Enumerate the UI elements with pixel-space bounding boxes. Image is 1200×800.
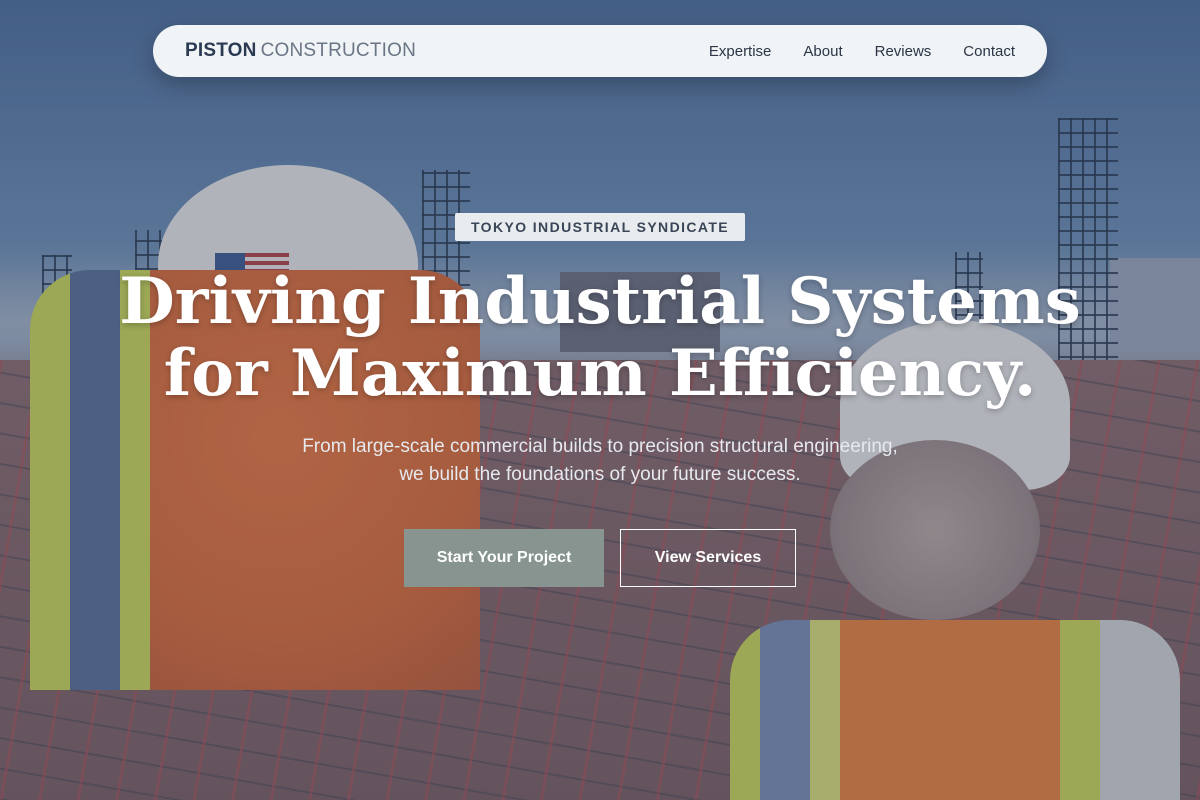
nav-links: Expertise About Reviews Contact [709, 43, 1015, 60]
start-project-button[interactable]: Start Your Project [404, 529, 604, 587]
hero-headline: Driving Industrial Systems for Maximum E… [60, 266, 1140, 410]
brand-name-light: CONSTRUCTION [260, 40, 417, 61]
hero-subtext: From large-scale commercial builds to pr… [302, 436, 898, 485]
nav-link-about[interactable]: About [803, 43, 842, 60]
brand-name-bold: PISTON [185, 40, 257, 61]
nav-link-contact[interactable]: Contact [963, 43, 1015, 60]
navbar: PISTON CONSTRUCTION Expertise About Revie… [153, 25, 1047, 77]
headline-line-1: Driving Industrial Systems [119, 264, 1081, 339]
nav-link-reviews[interactable]: Reviews [875, 43, 932, 60]
hero-badge: TOKYO INDUSTRIAL SYNDICATE [455, 213, 745, 241]
nav-link-expertise[interactable]: Expertise [709, 43, 772, 60]
headline-line-2: for Maximum Efficiency. [163, 336, 1037, 411]
view-services-button[interactable]: View Services [620, 529, 796, 587]
brand-logo[interactable]: PISTON CONSTRUCTION [185, 40, 416, 62]
